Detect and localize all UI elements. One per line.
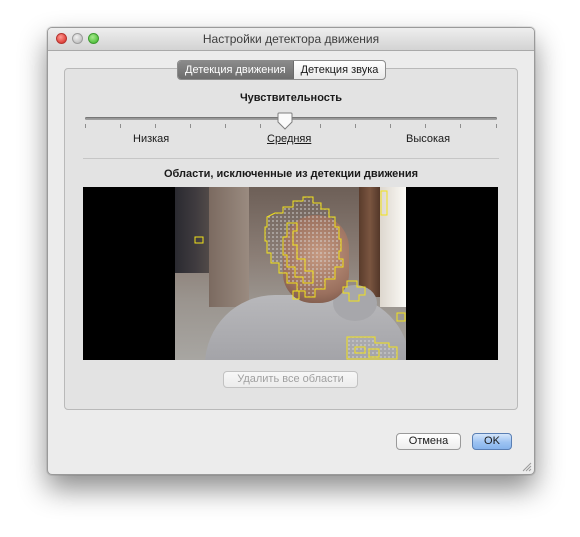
cancel-button[interactable]: Отмена [396,433,461,450]
excluded-area-small-1 [194,236,204,244]
slider-tick [85,124,86,128]
slider-tick [460,124,461,128]
ok-button[interactable]: OK [472,433,512,450]
slider-tick [155,124,156,128]
slider-tick [355,124,356,128]
slider-tick [425,124,426,128]
excluded-area-hood [342,280,366,302]
excluded-area-face [264,196,344,298]
slider-tick [390,124,391,128]
resize-grip-icon[interactable] [522,462,532,472]
excluded-area-small-2 [292,290,300,300]
excluded-area-curtain [380,190,388,216]
slider-tick [120,124,121,128]
sensitivity-medium-label[interactable]: Средняя [267,133,311,145]
delete-all-areas-button[interactable]: Удалить все области [223,371,358,388]
slider-tick [320,124,321,128]
motion-detector-settings-window: Настройки детектора движения Детекция дв… [47,27,535,475]
sensitivity-low-label[interactable]: Низкая [133,133,169,145]
section-divider [83,158,499,159]
slider-tick [190,124,191,128]
sensitivity-high-label[interactable]: Высокая [406,133,450,145]
window-title: Настройки детектора движения [202,32,380,46]
camera-frame[interactable] [175,187,406,360]
excluded-areas-overlay[interactable] [175,187,406,360]
camera-preview[interactable] [83,187,498,360]
excluded-area-small-3 [396,312,406,322]
slider-tick [225,124,226,128]
title-bar[interactable]: Настройки детектора движения [48,28,534,51]
excluded-areas-title: Области, исключенные из детекции движени… [163,168,419,180]
tab-bar: Детекция движения Детекция звука [177,60,387,80]
slider-tick [260,124,261,128]
slider-tick [496,124,497,128]
tab-motion-detection[interactable]: Детекция движения [178,61,294,79]
sensitivity-title: Чувствительность [239,92,343,104]
sensitivity-slider-thumb[interactable] [277,112,293,130]
tab-sound-detection[interactable]: Детекция звука [294,61,386,79]
